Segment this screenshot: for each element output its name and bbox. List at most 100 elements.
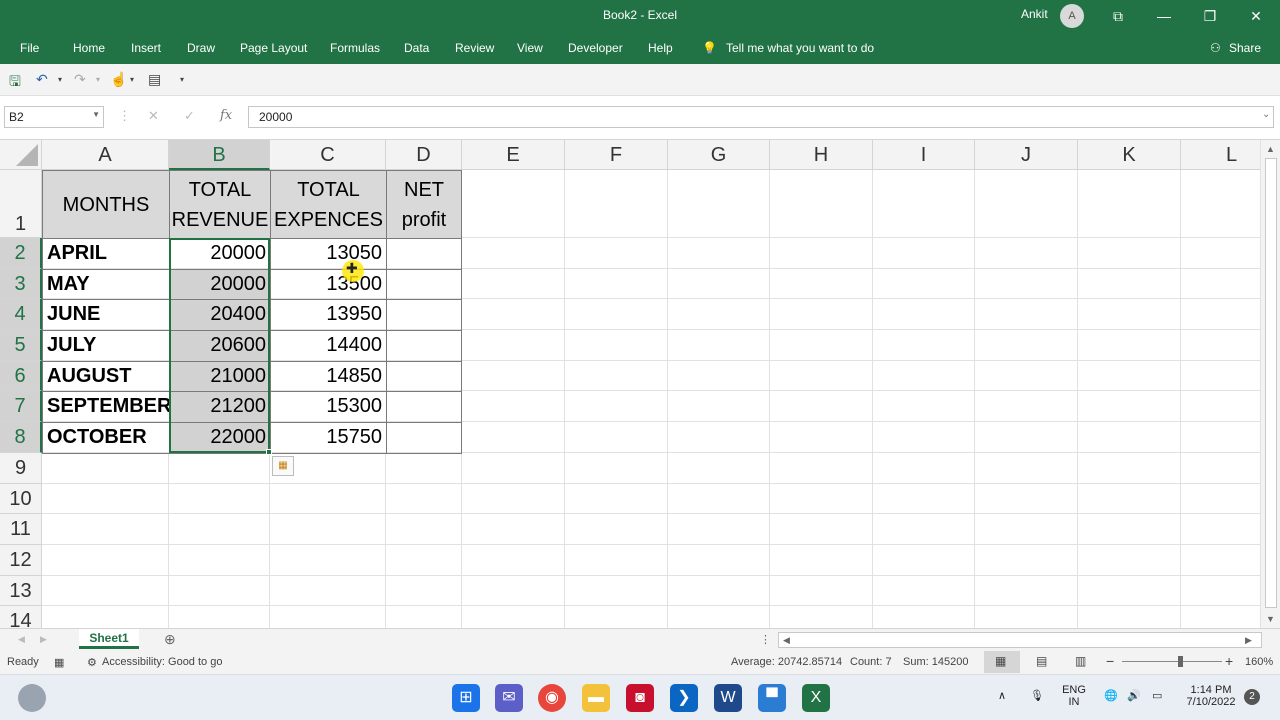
cell-a8[interactable]: OCTOBER bbox=[42, 422, 170, 454]
zoom-slider-thumb[interactable] bbox=[1178, 656, 1183, 667]
cell-a3[interactable]: MAY bbox=[42, 269, 170, 300]
row-header-8[interactable]: 8 bbox=[0, 422, 42, 453]
avatar[interactable]: A bbox=[1060, 4, 1084, 28]
row-header-12[interactable]: 12 bbox=[0, 545, 42, 576]
cell-a4[interactable]: JUNE bbox=[42, 299, 170, 331]
save-icon[interactable]: 🖫 bbox=[9, 71, 21, 95]
select-all-corner[interactable] bbox=[0, 140, 42, 170]
name-box[interactable]: B2 ▼ bbox=[4, 106, 104, 128]
worksheet-grid[interactable]: A B C D E F G H I J K L 1 2 3 4 5 6 7 8 … bbox=[0, 140, 1260, 628]
zoom-level[interactable]: 160% bbox=[1245, 656, 1273, 668]
cell-c2[interactable]: 13050 bbox=[270, 238, 387, 270]
enter-icon[interactable]: ✓ bbox=[184, 108, 195, 124]
column-header-f[interactable]: F bbox=[565, 140, 668, 170]
word-icon[interactable]: W bbox=[714, 684, 742, 712]
cell-b4[interactable]: 20400 bbox=[169, 299, 271, 331]
zoom-slider[interactable] bbox=[1122, 661, 1222, 662]
row-header-3[interactable]: 3 bbox=[0, 269, 42, 299]
macro-record-icon[interactable]: ▦ bbox=[54, 656, 64, 669]
expand-formula-icon[interactable]: ⌄ bbox=[1262, 109, 1270, 120]
battery-icon[interactable]: ▭ bbox=[1152, 689, 1162, 702]
insert-function-icon[interactable]: fx bbox=[220, 108, 232, 123]
cell-a2[interactable]: APRIL bbox=[42, 238, 170, 270]
cell-a7[interactable]: SEPTEMBER bbox=[42, 391, 170, 423]
scroll-down-icon[interactable]: ▼ bbox=[1266, 614, 1275, 624]
widgets-icon[interactable] bbox=[18, 684, 46, 712]
share-button[interactable]: Share bbox=[1229, 41, 1261, 55]
row-header-6[interactable]: 6 bbox=[0, 361, 42, 391]
sheet-tab-sheet1[interactable]: Sheet1 bbox=[79, 629, 139, 649]
tab-file[interactable]: File bbox=[20, 41, 39, 55]
column-header-a[interactable]: A bbox=[42, 140, 169, 170]
cell-b8[interactable]: 22000 bbox=[169, 422, 271, 454]
touch-dropdown-icon[interactable]: ▾ bbox=[130, 75, 134, 84]
undo-icon[interactable]: ↶ bbox=[36, 71, 48, 88]
zoom-out-icon[interactable]: − bbox=[1106, 653, 1114, 669]
cell-b2[interactable]: 20000 bbox=[169, 238, 271, 270]
column-header-k[interactable]: K bbox=[1078, 140, 1181, 170]
cell-d5[interactable] bbox=[386, 330, 462, 362]
row-header-2[interactable]: 2 bbox=[0, 238, 42, 269]
form-icon[interactable]: ▤ bbox=[148, 71, 161, 88]
vscode-icon[interactable]: ❯ bbox=[670, 684, 698, 712]
scroll-up-icon[interactable]: ▲ bbox=[1266, 144, 1275, 154]
cell-d8[interactable] bbox=[386, 422, 462, 454]
tab-home[interactable]: Home bbox=[73, 41, 105, 55]
tab-data[interactable]: Data bbox=[404, 41, 429, 55]
cell-d1[interactable]: NET profit bbox=[386, 170, 462, 239]
close-button[interactable]: ✕ bbox=[1233, 0, 1279, 32]
tab-developer[interactable]: Developer bbox=[568, 41, 623, 55]
tab-view[interactable]: View bbox=[517, 41, 543, 55]
row-header-10[interactable]: 10 bbox=[0, 484, 42, 514]
cell-b5[interactable]: 20600 bbox=[169, 330, 271, 362]
restore-button[interactable]: ❐ bbox=[1187, 0, 1233, 32]
start-icon[interactable]: ⊞ bbox=[452, 684, 480, 712]
zoom-in-icon[interactable]: + bbox=[1225, 653, 1233, 669]
column-header-e[interactable]: E bbox=[462, 140, 565, 170]
cell-c1[interactable]: TOTAL EXPENCES bbox=[270, 170, 387, 239]
vertical-scrollbar[interactable]: ▲ ▼ bbox=[1260, 140, 1280, 628]
column-header-c[interactable]: C bbox=[270, 140, 386, 170]
language-indicator[interactable]: ENG IN bbox=[1058, 684, 1090, 708]
row-header-1[interactable]: 1 bbox=[0, 170, 42, 238]
user-name[interactable]: Ankit bbox=[1021, 7, 1048, 21]
tab-draw[interactable]: Draw bbox=[187, 41, 215, 55]
tab-page-layout[interactable]: Page Layout bbox=[240, 41, 307, 55]
cell-d3[interactable] bbox=[386, 269, 462, 300]
prev-sheet-icon[interactable]: ◀ bbox=[18, 634, 25, 645]
column-header-l[interactable]: L bbox=[1181, 140, 1260, 170]
horizontal-scrollbar[interactable]: ◀ ▶ bbox=[778, 632, 1262, 648]
page-layout-view-icon[interactable]: ▤ bbox=[1036, 654, 1047, 668]
split-handle-icon[interactable]: ⋮ bbox=[760, 633, 771, 646]
cell-a6[interactable]: AUGUST bbox=[42, 361, 170, 392]
column-header-b[interactable]: B bbox=[169, 140, 270, 170]
cell-b6[interactable]: 21000 bbox=[169, 361, 271, 392]
row-header-5[interactable]: 5 bbox=[0, 330, 42, 361]
cell-c3[interactable]: 13500 bbox=[270, 269, 387, 300]
screen-recorder-icon[interactable]: ◙ bbox=[626, 684, 654, 712]
cell-c7[interactable]: 15300 bbox=[270, 391, 387, 423]
column-header-j[interactable]: J bbox=[975, 140, 1078, 170]
page-break-view-icon[interactable]: ▥ bbox=[1075, 654, 1086, 668]
accessibility-status[interactable]: Accessibility: Good to go bbox=[102, 656, 222, 668]
ribbon-display-options-icon[interactable]: ⧉ bbox=[1095, 0, 1141, 32]
cell-c5[interactable]: 14400 bbox=[270, 330, 387, 362]
column-header-i[interactable]: I bbox=[873, 140, 975, 170]
cell-c6[interactable]: 14850 bbox=[270, 361, 387, 392]
cell-d7[interactable] bbox=[386, 391, 462, 423]
row-header-13[interactable]: 13 bbox=[0, 576, 42, 606]
add-sheet-icon[interactable]: ⊕ bbox=[164, 631, 176, 648]
cancel-icon[interactable]: ✕ bbox=[148, 108, 159, 124]
chevron-down-icon[interactable]: ▼ bbox=[92, 110, 100, 119]
row-header-11[interactable]: 11 bbox=[0, 514, 42, 545]
scroll-left-icon[interactable]: ◀ bbox=[783, 635, 790, 646]
cell-c8[interactable]: 15750 bbox=[270, 422, 387, 454]
undo-dropdown-icon[interactable]: ▾ bbox=[58, 75, 62, 84]
cell-d2[interactable] bbox=[386, 238, 462, 270]
tab-formulas[interactable]: Formulas bbox=[330, 41, 380, 55]
redo-icon[interactable]: ↷ bbox=[74, 71, 86, 88]
tab-help[interactable]: Help bbox=[648, 41, 673, 55]
row-header-4[interactable]: 4 bbox=[0, 299, 42, 330]
row-header-14[interactable]: 14 bbox=[0, 606, 42, 628]
row-header-9[interactable]: 9 bbox=[0, 453, 42, 484]
